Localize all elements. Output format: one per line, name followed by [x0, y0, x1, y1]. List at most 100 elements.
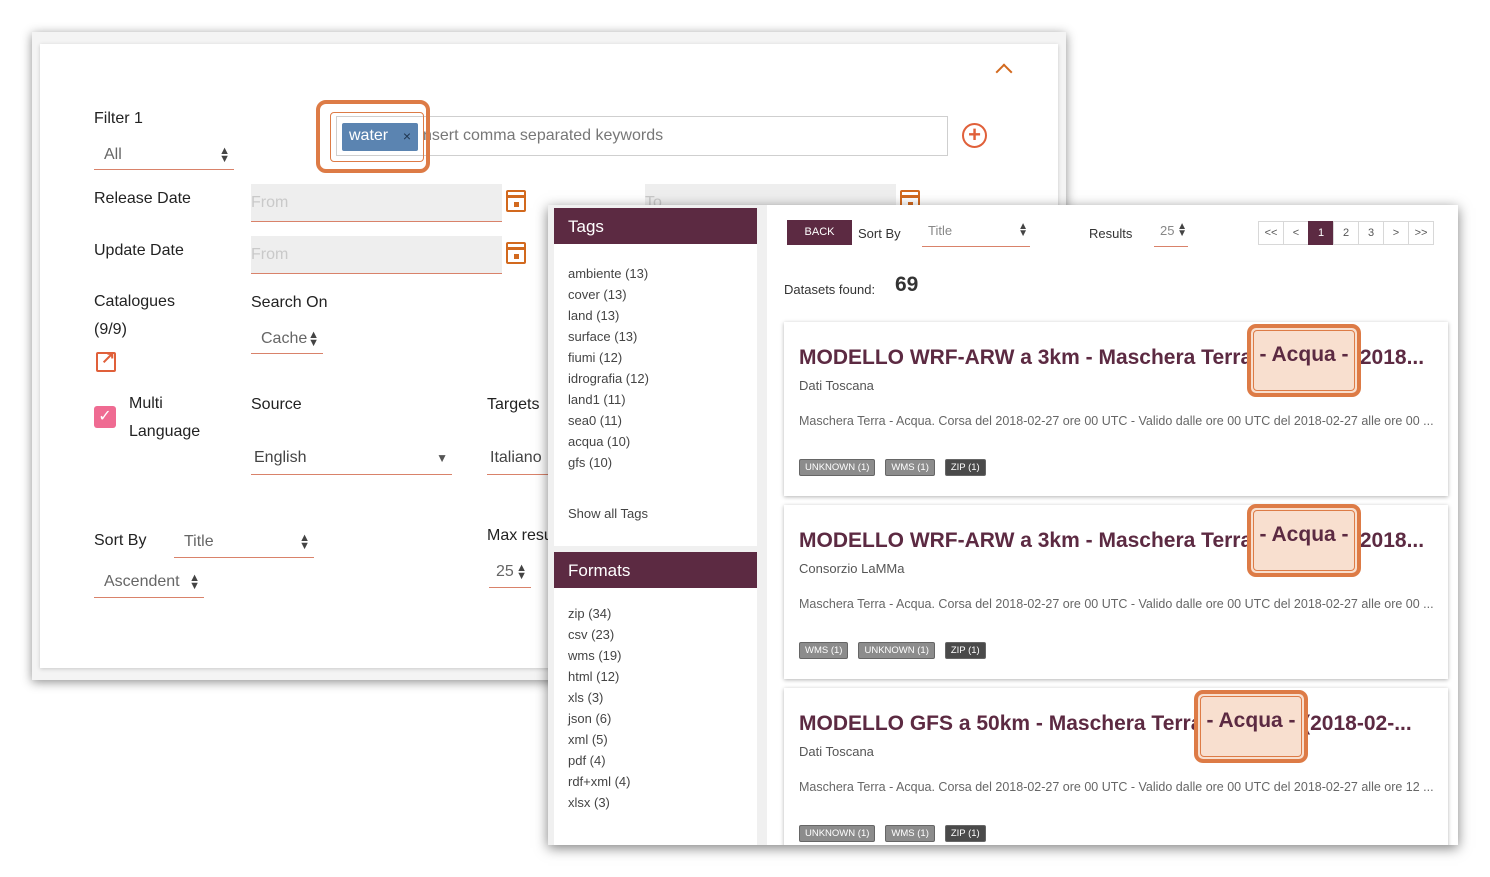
sort-arrows-icon: ▲ ▼: [189, 571, 200, 592]
sort-order-select[interactable]: Ascendent ▲ ▼: [94, 566, 204, 598]
format-badge[interactable]: ZIP (1): [944, 642, 986, 659]
max-results-select[interactable]: 25 ▲ ▼: [489, 556, 531, 588]
release-date-from-input[interactable]: From: [251, 184, 502, 222]
page-3[interactable]: 3: [1358, 221, 1384, 245]
page-prev[interactable]: <: [1283, 221, 1309, 245]
close-icon[interactable]: ×: [403, 128, 411, 144]
targets-select[interactable]: Italiano: [487, 441, 557, 475]
format-item[interactable]: zip (34): [568, 606, 611, 621]
search-on-label: Search On: [251, 294, 328, 311]
tag-item[interactable]: cover (13): [568, 287, 627, 302]
format-item[interactable]: rdf+xml (4): [568, 774, 630, 789]
results-sort-label: Sort By: [858, 226, 901, 241]
result-publisher: Dati Toscana: [799, 744, 874, 759]
format-badge[interactable]: UNKNOWN (1): [799, 459, 876, 476]
sort-arrows-icon: ▲ ▼: [308, 328, 319, 349]
release-date-from-placeholder: From: [251, 194, 289, 211]
back-button[interactable]: BACK: [787, 220, 852, 245]
format-item[interactable]: json (6): [568, 711, 611, 726]
sort-order-value: Ascendent: [104, 572, 180, 590]
acqua-highlight: - Acqua -: [1247, 324, 1361, 397]
result-title[interactable]: MODELLO GFS a 50km - Maschera Terra - Ac…: [799, 712, 1439, 736]
tags-header: Tags: [554, 208, 757, 244]
show-all-tags-link[interactable]: Show all Tags: [568, 506, 648, 521]
tag-item[interactable]: land1 (11): [568, 392, 626, 407]
add-filter-icon[interactable]: +: [962, 123, 987, 148]
tag-item[interactable]: land (13): [568, 308, 619, 323]
format-badge[interactable]: ZIP (1): [944, 825, 986, 842]
page-next[interactable]: >: [1383, 221, 1409, 245]
format-item[interactable]: html (12): [568, 669, 619, 684]
result-description: Maschera Terra - Acqua. Corsa del 2018-0…: [799, 414, 1434, 428]
filter-label: Filter 1: [94, 110, 143, 127]
keyword-chip[interactable]: water ×: [342, 123, 418, 151]
sort-by-select[interactable]: Title ▲ ▼: [174, 526, 314, 558]
datasets-found-label: Datasets found:: [784, 282, 876, 297]
tag-item[interactable]: ambiente (13): [568, 266, 648, 281]
tag-item[interactable]: sea0 (11): [568, 413, 622, 428]
catalogues-label: Catalogues: [94, 293, 175, 310]
acqua-highlight-text: - Acqua -: [1259, 343, 1349, 366]
result-publisher: Consorzio LaMMa: [799, 561, 905, 576]
source-select[interactable]: English ▼: [251, 441, 452, 475]
page-last[interactable]: >>: [1408, 221, 1434, 245]
max-results-value: 25: [496, 562, 514, 580]
formats-sidebar: Formats zip (34) csv (23) wms (19) html …: [554, 552, 757, 845]
sort-by-label: Sort By: [94, 532, 147, 549]
format-item[interactable]: xml (5): [568, 732, 608, 747]
update-date-from-input[interactable]: From: [251, 236, 502, 274]
format-item[interactable]: pdf (4): [568, 753, 606, 768]
format-badge[interactable]: ZIP (1): [944, 459, 986, 476]
format-badge[interactable]: WMS (1): [885, 459, 935, 476]
format-badge[interactable]: WMS (1): [799, 642, 849, 659]
page-2[interactable]: 2: [1333, 221, 1359, 245]
format-badge[interactable]: UNKNOWN (1): [799, 825, 876, 842]
format-badge[interactable]: WMS (1): [885, 825, 935, 842]
format-item[interactable]: wms (19): [568, 648, 621, 663]
calendar-icon[interactable]: [506, 190, 526, 212]
page-1[interactable]: 1: [1308, 221, 1334, 245]
tag-item[interactable]: gfs (10): [568, 455, 612, 470]
multi-language-checkbox[interactable]: ✓: [94, 406, 116, 428]
chevron-up-icon[interactable]: [995, 63, 1013, 81]
multi-language-label-1: Multi: [129, 395, 163, 412]
sort-arrows-icon: ▲ ▼: [516, 561, 527, 582]
tag-item[interactable]: surface (13): [568, 329, 637, 344]
update-date-from-placeholder: From: [251, 246, 289, 263]
page-first[interactable]: <<: [1258, 221, 1284, 245]
results-sort-select[interactable]: Title ▲ ▼: [922, 222, 1030, 247]
result-card[interactable]: MODELLO GFS a 50km - Maschera Terra - Ac…: [784, 688, 1448, 845]
targets-label: Targets: [487, 396, 540, 413]
tag-item[interactable]: fiumi (12): [568, 350, 622, 365]
open-external-icon[interactable]: [96, 348, 116, 372]
search-on-select[interactable]: Cache ▲ ▼: [251, 324, 323, 354]
pagination: << < 1 2 3 > >>: [1258, 221, 1434, 245]
acqua-highlight: - Acqua -: [1247, 504, 1361, 577]
update-date-label: Update Date: [94, 242, 184, 259]
tag-item[interactable]: acqua (10): [568, 434, 630, 449]
catalogues-count: (9/9): [94, 321, 127, 338]
format-item[interactable]: csv (23): [568, 627, 614, 642]
format-item[interactable]: xlsx (3): [568, 795, 610, 810]
results-panel: Tags ambiente (13) cover (13) land (13) …: [548, 205, 1458, 845]
result-description: Maschera Terra - Acqua. Corsa del 2018-0…: [799, 780, 1434, 794]
source-label: Source: [251, 396, 302, 413]
format-item[interactable]: xls (3): [568, 690, 603, 705]
format-badge[interactable]: UNKNOWN (1): [858, 642, 935, 659]
sort-arrows-icon: ▲ ▼: [219, 144, 230, 165]
formats-header: Formats: [554, 552, 757, 588]
tags-sidebar: Tags ambiente (13) cover (13) land (13) …: [554, 208, 757, 546]
filter-select[interactable]: All ▲ ▼: [94, 140, 234, 170]
sort-arrows-icon: ▲ ▼: [1177, 221, 1187, 239]
acqua-highlight-text: - Acqua -: [1259, 523, 1349, 546]
targets-value: Italiano: [490, 448, 542, 466]
result-formats: UNKNOWN (1) WMS (1) ZIP (1): [799, 459, 986, 476]
max-results-label: Max resu: [487, 527, 553, 544]
result-formats: WMS (1) UNKNOWN (1) ZIP (1): [799, 642, 986, 659]
tag-item[interactable]: idrografia (12): [568, 371, 649, 386]
results-count-select[interactable]: 25 ▲ ▼: [1154, 221, 1188, 247]
datasets-found-count: 69: [895, 273, 919, 296]
result-formats: UNKNOWN (1) WMS (1) ZIP (1): [799, 825, 986, 842]
results-main: BACK Sort By Title ▲ ▼ Results 25 ▲ ▼ << <…: [767, 205, 1458, 845]
calendar-icon[interactable]: [506, 242, 526, 264]
